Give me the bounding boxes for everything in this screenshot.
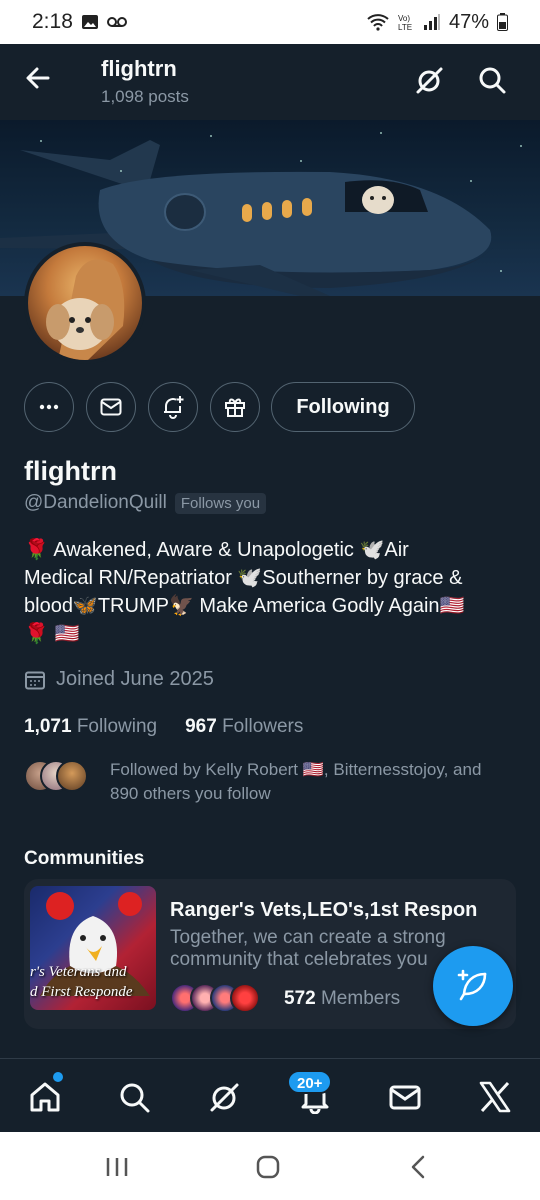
communities-heading: Communities <box>24 848 145 869</box>
member-avatars <box>170 983 270 1015</box>
wifi-icon <box>367 14 389 31</box>
svg-text:Vo): Vo) <box>398 14 410 23</box>
joined-date-row: Joined June 2025 <box>24 668 214 691</box>
notifications-badge: 20+ <box>287 1070 333 1094</box>
profile-screen: 2:18 Vo) LTE 47% flightrn 1,098 posts Fo… <box>0 0 540 1200</box>
community-image-text: r's Veterans and <box>30 964 127 980</box>
bio-line: 🌹 🇺🇸 <box>24 623 80 645</box>
more-options-button[interactable] <box>24 382 74 432</box>
home-circle-icon <box>256 1155 280 1179</box>
handle-row: @DandelionQuill Follows you <box>24 492 267 514</box>
battery-percent: 47% <box>448 10 489 33</box>
grok-icon <box>210 1083 239 1112</box>
follow-stats: 1,071 Following 967 Followers <box>24 716 303 738</box>
bio-line: 🌹 Awakened, Aware & Unapologetic 🕊️Air <box>24 539 409 561</box>
grok-icon <box>416 67 443 94</box>
gallery-notification-icon <box>81 15 98 29</box>
community-image-text: d First Responde <box>30 984 133 1000</box>
back-system-button[interactable] <box>406 1154 432 1185</box>
battery-icon <box>497 13 508 31</box>
profile-handle: @DandelionQuill <box>24 492 167 513</box>
recent-apps-icon <box>106 1158 128 1176</box>
nav-grok[interactable] <box>205 1077 245 1117</box>
profile-bio: 🌹 Awakened, Aware & Unapologetic 🕊️Air M… <box>24 536 504 648</box>
bio-line: Medical RN/Repatriator 🕊️Southerner by g… <box>24 567 463 589</box>
gift-button[interactable] <box>210 382 260 432</box>
back-arrow-icon <box>26 67 50 89</box>
search-icon <box>120 1083 150 1113</box>
followers-count: 967 <box>185 716 217 737</box>
grok-button[interactable] <box>414 64 446 96</box>
message-button[interactable] <box>86 382 136 432</box>
nav-x-premium[interactable] <box>475 1077 515 1117</box>
followers-stat-label: Followers <box>222 716 304 737</box>
status-bar: 2:18 Vo) LTE 47% <box>0 0 540 44</box>
signal-icon <box>423 14 440 30</box>
calendar-icon <box>25 671 45 689</box>
avatar <box>56 760 88 792</box>
nav-messages[interactable] <box>385 1077 425 1117</box>
home-icon <box>30 1082 60 1112</box>
compose-post-button[interactable] <box>433 946 513 1026</box>
following-button[interactable]: Following <box>271 382 415 432</box>
following-count: 1,071 <box>24 716 72 737</box>
following-stat-label: Following <box>76 716 158 737</box>
header-title: flightrn <box>101 56 177 81</box>
header-post-count: 1,098 posts <box>101 87 189 106</box>
back-button[interactable] <box>22 62 54 94</box>
search-icon <box>479 67 506 94</box>
following-stat[interactable]: 1,071 Following <box>24 716 157 738</box>
community-description: Together, we can create a strong communi… <box>170 927 446 970</box>
avatar-photo <box>46 259 125 360</box>
profile-header-bar: flightrn 1,098 posts <box>0 44 540 120</box>
svg-text:LTE: LTE <box>398 23 412 32</box>
voicemail-icon <box>106 17 127 27</box>
gift-icon <box>225 398 245 417</box>
home-system-button[interactable] <box>255 1154 281 1185</box>
followed-by-text: Followed by Kelly Robert 🇺🇸, Bitternesst… <box>110 760 482 803</box>
followed-by-row[interactable]: Followed by Kelly Robert 🇺🇸, Bitternesst… <box>24 758 500 806</box>
nav-explore[interactable] <box>114 1077 154 1117</box>
recent-apps-button[interactable] <box>104 1154 130 1185</box>
mutual-avatars <box>24 760 90 794</box>
volte-icon: Vo)LTE <box>398 14 412 32</box>
x-logo-icon <box>479 1081 511 1113</box>
profile-name: flightrn <box>24 456 117 486</box>
system-navigation-bar <box>0 1132 540 1200</box>
search-button[interactable] <box>476 64 508 96</box>
community-image: r's Veterans and d First Responde <box>30 886 156 1010</box>
community-name: Ranger's Vets,LEO's,1st Respon <box>170 899 478 921</box>
community-members-label: Members <box>320 988 401 1009</box>
status-time: 2:18 <box>32 10 73 33</box>
avatar <box>230 983 260 1013</box>
notifications-subscribe-button[interactable] <box>148 382 198 432</box>
back-chevron-icon <box>411 1155 425 1179</box>
bio-line: blood🦋TRUMP🦅 Make America Godly Again🇺🇸 <box>24 595 465 617</box>
joined-date: Joined June 2025 <box>56 668 214 690</box>
community-members-count: 572 <box>284 988 316 1009</box>
bottom-nav <box>0 1059 540 1132</box>
bell-plus-icon <box>164 396 184 419</box>
profile-avatar[interactable] <box>24 242 146 364</box>
more-icon <box>39 404 59 410</box>
mail-icon <box>389 1085 421 1110</box>
home-unread-dot <box>53 1072 63 1082</box>
compose-feather-icon <box>457 969 487 1001</box>
nav-home[interactable] <box>25 1077 65 1117</box>
follows-you-badge: Follows you <box>174 492 267 514</box>
community-members: 572 Members <box>170 983 400 1015</box>
followers-stat[interactable]: 967 Followers <box>185 716 303 738</box>
mail-icon <box>100 398 122 416</box>
